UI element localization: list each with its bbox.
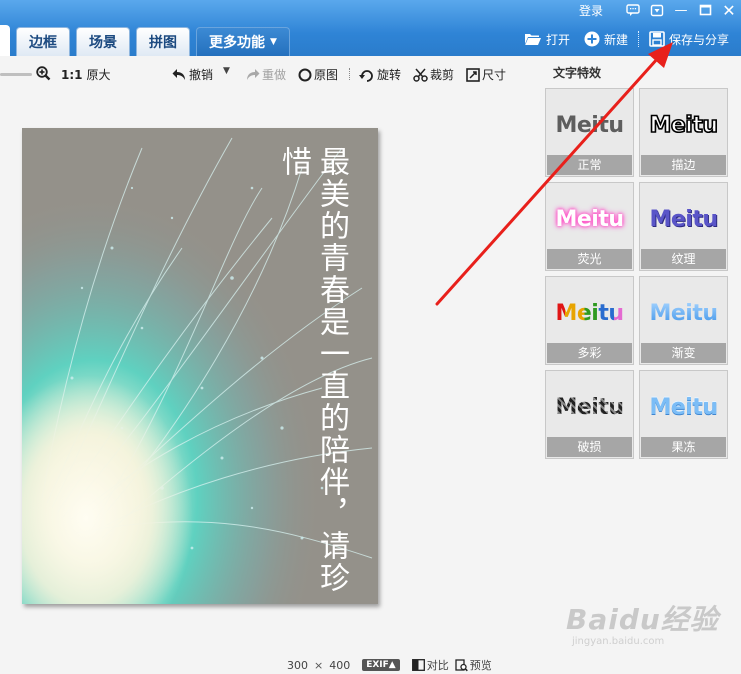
chevron-down-icon: ▼ [223, 66, 230, 76]
tab-label: 边框 [29, 35, 57, 51]
folder-icon [524, 32, 542, 46]
resize-button[interactable]: 尺寸 [466, 66, 506, 83]
circle-icon [298, 68, 312, 82]
title-bar: 登录 — ✕ 边框 场景 拼图 更多功能 ▼ 打开 新建 保存与分享 [0, 0, 741, 56]
effect-label: 纹理 [641, 249, 726, 269]
preview-icon [455, 658, 468, 672]
watermark-main: Baidu经验 [566, 603, 719, 636]
effect-stroke[interactable]: Meitu 描边 [639, 88, 728, 177]
exif-button[interactable]: EXIF▲ [362, 659, 400, 671]
effect-jelly[interactable]: Meitu 果冻 [639, 370, 728, 459]
open-label: 打开 [545, 32, 570, 47]
effect-label: 多彩 [547, 343, 632, 363]
preview-label: 预览 [469, 659, 492, 672]
effect-preview-word: Meitu [649, 112, 719, 139]
scissors-icon [413, 68, 428, 82]
effect-label: 渐变 [641, 343, 726, 363]
undo-icon [172, 68, 187, 82]
tab-scene[interactable]: 场景 [76, 27, 130, 56]
feedback-icon[interactable] [621, 0, 645, 20]
effect-label: 正常 [547, 155, 632, 175]
zoom-in-icon [36, 66, 51, 81]
effect-normal[interactable]: Meitu 正常 [545, 88, 634, 177]
tab-more-functions[interactable]: 更多功能 ▼ [196, 27, 290, 56]
new-button[interactable]: 新建 [584, 31, 628, 48]
crop-label: 裁剪 [430, 68, 455, 82]
effect-label: 破损 [547, 437, 632, 457]
effect-glow[interactable]: Meitu 荧光 [545, 182, 634, 271]
preview-button[interactable]: 预览 [455, 657, 492, 673]
undo-button[interactable]: 撤销 [172, 66, 213, 83]
original-label: 原图 [314, 68, 339, 82]
tab-label: 场景 [89, 35, 117, 51]
original-size-label: 原大 [86, 68, 111, 82]
ratio-label: 1:1 [61, 67, 83, 82]
resize-icon [466, 67, 480, 82]
image-height: 400 [329, 658, 351, 672]
zoom-slider[interactable] [0, 73, 32, 76]
dimension-separator: × [314, 658, 324, 672]
rotate-button[interactable]: 旋转 [359, 66, 401, 83]
tab-border[interactable]: 边框 [16, 27, 70, 56]
window-controls: 登录 — ✕ [579, 0, 741, 20]
redo-label: 重做 [262, 68, 287, 82]
save-share-label: 保存与分享 [668, 32, 729, 47]
rotate-icon [359, 68, 375, 82]
canvas-image[interactable]: 最美的青春是一直的陪伴，请珍惜 [22, 128, 378, 604]
redo-icon [245, 68, 260, 82]
compare-button[interactable]: 对比 [411, 657, 449, 673]
effect-preview-word: Meitu [555, 113, 624, 138]
tab-active-edge [0, 25, 10, 56]
edit-toolbar: 1:1 原大 撤销 ▼ 重做 原图 旋转 裁剪 尺寸 [0, 58, 540, 90]
image-width: 300 [287, 658, 308, 672]
save-share-button[interactable]: 保存与分享 [649, 31, 729, 48]
effect-preview-word: Meitu [649, 207, 718, 232]
minimize-button[interactable]: — [669, 0, 693, 20]
effect-preview-word: Meitu [546, 301, 633, 326]
plus-circle-icon [584, 31, 600, 47]
effect-label: 荧光 [547, 249, 632, 269]
effect-preview-word: Meitu [546, 395, 633, 420]
effect-multicolor[interactable]: Meitu 多彩 [545, 276, 634, 365]
effect-broken[interactable]: Meitu 破损 [545, 370, 634, 459]
toolbar-divider [349, 68, 350, 80]
effect-preview-word: Meitu [555, 207, 624, 232]
login-link[interactable]: 登录 [579, 2, 603, 19]
new-label: 新建 [603, 32, 628, 47]
main-tabs: 边框 场景 拼图 更多功能 ▼ [0, 25, 296, 56]
menu-dropdown-icon[interactable] [645, 0, 669, 20]
zoom-in-button[interactable] [36, 66, 53, 81]
undo-history-dropdown[interactable]: ▼ [223, 66, 230, 76]
effect-preview-word: Meitu [640, 301, 727, 326]
effect-preview-word: Meitu [649, 395, 718, 420]
original-size-button[interactable]: 1:1 原大 [61, 66, 111, 83]
effect-label: 描边 [641, 155, 726, 175]
original-image-button[interactable]: 原图 [298, 66, 338, 83]
compare-label: 对比 [426, 659, 449, 672]
save-disk-icon [649, 31, 665, 47]
close-button[interactable]: ✕ [717, 0, 741, 20]
compare-icon [411, 659, 425, 671]
rotate-label: 旋转 [377, 68, 402, 82]
open-button[interactable]: 打开 [524, 31, 570, 48]
poster-text[interactable]: 最美的青春是一直的陪伴，请珍惜 [276, 146, 350, 604]
effect-gradient[interactable]: Meitu 渐变 [639, 276, 728, 365]
tab-collage[interactable]: 拼图 [136, 27, 190, 56]
crop-button[interactable]: 裁剪 [413, 66, 454, 83]
tab-label: 拼图 [149, 35, 177, 51]
effects-panel-title: 文字特效 [553, 66, 602, 80]
size-label: 尺寸 [482, 68, 507, 82]
tab-label: 更多功能 [209, 35, 265, 51]
divider [637, 31, 639, 47]
undo-label: 撤销 [189, 68, 214, 82]
file-actions: 打开 新建 保存与分享 [510, 26, 729, 52]
effect-label: 果冻 [641, 437, 726, 457]
status-bar: 300 × 400 EXIF▲ 对比 预览 [287, 657, 492, 673]
redo-button[interactable]: 重做 [245, 66, 286, 83]
baidu-watermark: Baidu经验 jingyan.baidu.com [566, 598, 719, 647]
chevron-down-icon: ▼ [270, 37, 277, 47]
effect-texture[interactable]: Meitu 纹理 [639, 182, 728, 271]
maximize-button[interactable] [693, 0, 717, 20]
